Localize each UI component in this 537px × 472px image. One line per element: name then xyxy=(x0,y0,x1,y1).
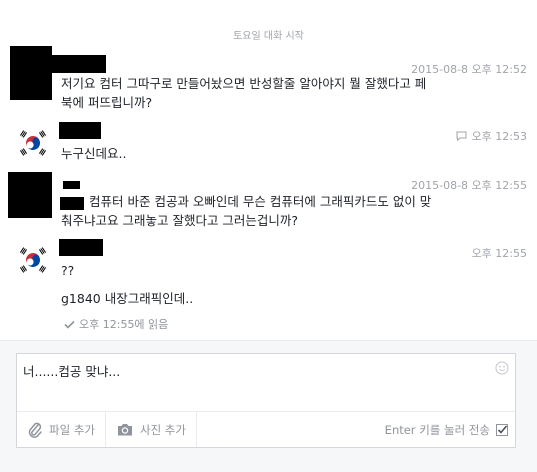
redacted-sender-name xyxy=(63,181,80,189)
message-line: 저기요 컴터 그따구로 만들어놨으면 반성할줄 알아야지 뭘 잘했다고 페 xyxy=(61,76,427,91)
checkbox-checked-icon[interactable] xyxy=(496,423,508,436)
message-text: g1840 내장그래픽인데.. xyxy=(61,289,193,308)
message-input[interactable]: 너......컴공 맞냐... xyxy=(23,361,120,380)
emoji-icon[interactable] xyxy=(495,361,509,375)
message-line: 컴퓨터 바준 컴공과 오빠인데 무슨 컴퓨터에 그래픽카드도 없이 맞 xyxy=(89,194,432,209)
read-receipt-text: 오후 12:55에 읽음 xyxy=(79,318,169,331)
message-time: 오후 12:53 xyxy=(471,130,527,143)
composer-toolbar: 파일 추가 사진 추가 Enter 키를 눌러 전송 xyxy=(17,411,515,447)
message-text: ?? xyxy=(61,261,74,280)
toolbar-divider xyxy=(195,412,197,447)
message-composer[interactable]: 너......컴공 맞냐... 파일 추가 사진 추가 Enter 키를 눌러 … xyxy=(16,353,516,448)
message-line: g1840 내장그래픽인데.. xyxy=(61,291,194,306)
add-photo-label: 사진 추가 xyxy=(139,422,186,437)
message-line: 북에 퍼뜨립니까? xyxy=(61,95,153,110)
redacted-sender-name xyxy=(59,122,101,139)
korean-flag-avatar xyxy=(18,245,48,275)
message-line: 누구신데요.. xyxy=(61,146,127,161)
message-text: 저기요 컴터 그따구로 만들어놨으면 반성할줄 알아야지 뭘 잘했다고 페 북에… xyxy=(61,74,501,112)
message-timestamp: 2015-08-8 오후 12:55 xyxy=(411,179,527,192)
redacted-avatar xyxy=(8,172,52,218)
checkmark-icon xyxy=(64,320,75,329)
conversation-start-divider: 토요일 대화 시작 xyxy=(233,31,304,42)
chat-bubble-icon xyxy=(456,131,467,141)
enter-to-send-label: Enter 키를 눌러 전송 xyxy=(384,422,490,437)
korean-flag-avatar xyxy=(18,128,48,158)
message-text: 춰주냐고요 그래놓고 잘했다고 그러는겁니까? xyxy=(61,211,501,230)
attach-file-label: 파일 추가 xyxy=(49,422,95,437)
redacted-sender-name xyxy=(50,55,106,73)
message-text: 컴퓨터 바준 컴공과 오빠인데 무슨 컴퓨터에 그래픽카드도 없이 맞 xyxy=(89,192,509,211)
read-receipt: 오후 12:55에 읽음 xyxy=(64,316,168,332)
message-line: 춰주냐고요 그래놓고 잘했다고 그러는겁니까? xyxy=(61,213,299,228)
attach-file-button[interactable]: 파일 추가 xyxy=(17,412,105,447)
add-photo-button[interactable]: 사진 추가 xyxy=(106,412,196,447)
redacted-text-fragment xyxy=(60,197,84,210)
message-timestamp: 오후 12:55 xyxy=(471,247,527,260)
message-timestamp: 오후 12:53 xyxy=(456,128,527,144)
message-text: 누구신데요.. xyxy=(61,144,126,163)
message-line: ?? xyxy=(61,263,75,278)
camera-icon xyxy=(117,424,132,436)
redacted-avatar xyxy=(10,46,52,100)
redacted-sender-name xyxy=(59,239,103,256)
enter-to-send-toggle[interactable]: Enter 키를 눌러 전송 xyxy=(385,412,515,447)
paperclip-icon xyxy=(28,422,42,438)
